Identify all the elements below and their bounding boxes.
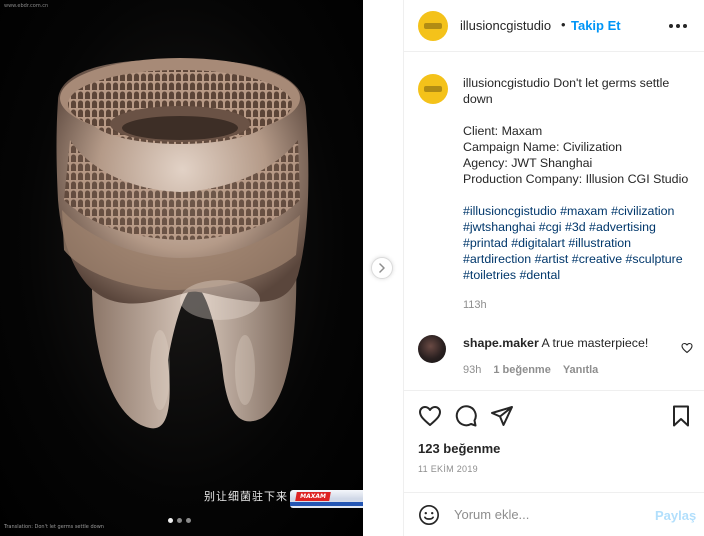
comment: shape.maker A true masterpiece! (463, 336, 648, 350)
tooth-sculpture-image (56, 58, 309, 429)
post-details-panel: illusioncgistudio • Takip Et illusioncgi… (403, 0, 704, 536)
comment-timestamp: 93h (463, 364, 482, 376)
comment-likes[interactable]: 1 beğenme (493, 364, 550, 376)
product-brand-label: MAXAM (295, 492, 331, 501)
carousel-dot[interactable] (186, 518, 191, 523)
post-header: illusioncgistudio • Takip Et (404, 0, 704, 52)
post-date[interactable]: 11 EKİM 2019 (418, 464, 478, 474)
bookmark-icon[interactable] (669, 404, 693, 428)
carousel-dot[interactable] (177, 518, 182, 523)
media-slogan: 别让细菌驻下来 (204, 490, 288, 503)
carousel-dot[interactable] (168, 518, 173, 523)
comment-avatar[interactable] (418, 335, 446, 363)
header-separator: • (561, 17, 566, 32)
post-comment-button[interactable]: Paylaş (655, 508, 696, 523)
post-caption: illusioncgistudio Don't let germs settle… (463, 75, 699, 283)
comment-meta: 93h 1 beğenme Yanıtla (463, 364, 598, 376)
toothpaste-tube-image: MAXAM (290, 490, 363, 508)
send-icon[interactable] (490, 404, 514, 428)
comment-icon[interactable] (454, 404, 478, 428)
likes-count[interactable]: 123 beğenme (418, 441, 500, 456)
add-comment-bar: Paylaş (404, 492, 704, 536)
caption-timestamp: 113h (463, 299, 487, 311)
comment-reply-button[interactable]: Yanıtla (563, 364, 598, 376)
more-options-button[interactable] (669, 20, 689, 32)
more-horizontal-icon (669, 24, 673, 28)
comment-username[interactable]: shape.maker (463, 336, 539, 350)
next-slide-button[interactable] (371, 257, 393, 279)
caption-production: Production Company: Illusion CGI Studio (463, 172, 689, 186)
tube-stripe (290, 502, 363, 506)
caption-agency: Agency: JWT Shanghai (463, 156, 593, 170)
caption-campaign: Campaign Name: Civilization (463, 140, 623, 154)
caption-client: Client: Maxam (463, 124, 543, 138)
post-actions (404, 390, 704, 438)
emoji-icon[interactable] (418, 504, 440, 526)
comment-text: A true masterpiece! (541, 336, 649, 350)
avatar[interactable] (418, 11, 448, 41)
heart-icon[interactable] (418, 404, 442, 428)
caption-avatar[interactable] (418, 74, 448, 104)
chevron-right-icon (379, 263, 385, 273)
header-username[interactable]: illusioncgistudio (460, 18, 551, 33)
caption-hashtags[interactable]: #illusioncgistudio #maxam #civilization … (463, 203, 699, 283)
heart-icon[interactable] (681, 342, 693, 354)
follow-button[interactable]: Takip Et (571, 18, 621, 33)
caption-username[interactable]: illusioncgistudio (463, 76, 550, 90)
media-translation: Translation: Don't let germs settle down (4, 524, 104, 530)
post-media[interactable]: www.ebdr.com.cn 别让细菌驻下来 MAXAM Translatio… (0, 0, 363, 536)
comment-input[interactable] (454, 507, 644, 522)
carousel-indicator (168, 518, 191, 523)
